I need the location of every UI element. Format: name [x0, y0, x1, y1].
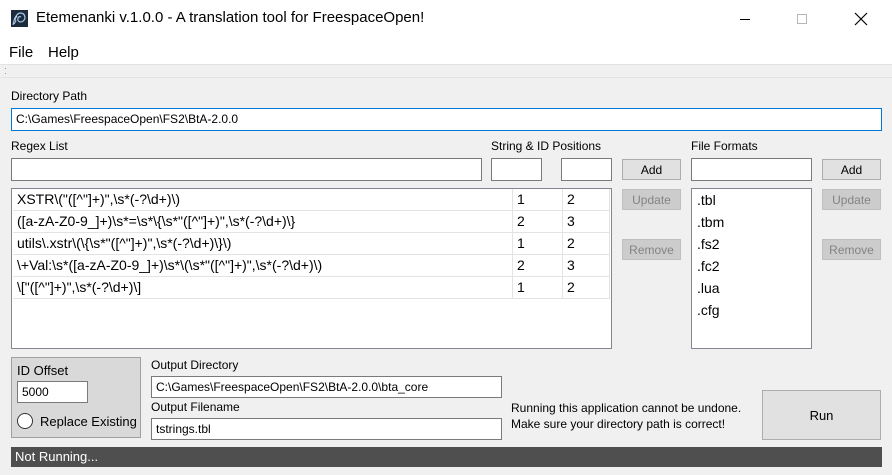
minimize-button[interactable]	[722, 0, 768, 38]
list-item[interactable]: .fs2	[697, 236, 720, 252]
regex-pattern-cell[interactable]: utils\.xstr\(\{\s*"([^"]+)",\s*(-?\d+)\}…	[13, 233, 513, 255]
format-remove-button[interactable]: Remove	[822, 239, 881, 260]
file-format-input[interactable]	[691, 158, 812, 181]
regex-add-button[interactable]: Add	[622, 159, 681, 180]
format-add-button[interactable]: Add	[822, 159, 881, 180]
list-item[interactable]: .cfg	[697, 302, 720, 318]
list-item[interactable]: .fc2	[697, 258, 720, 274]
toolstrip-grip: · ·	[0, 64, 892, 78]
directory-path-input[interactable]: C:\Games\FreespaceOpen\FS2\BtA-2.0.0	[11, 108, 882, 131]
regex-grid[interactable]: XSTR\("([^"]+)",\s*(-?\d+)\) 1 2 ([a-zA-…	[11, 188, 612, 349]
replace-existing-radio[interactable]	[17, 413, 33, 429]
id-position-input[interactable]	[561, 158, 612, 181]
warning-line-2: Make sure your directory path is correct…	[511, 417, 726, 431]
menu-bar	[0, 38, 892, 64]
menu-file[interactable]: File	[9, 44, 33, 61]
string-position-cell[interactable]: 1	[513, 189, 563, 211]
menu-help[interactable]: Help	[48, 44, 79, 61]
regex-list-label: Regex List	[11, 139, 68, 153]
regex-pattern-cell[interactable]: \["([^"]+)",\s*(-?\d+)\]	[13, 277, 513, 299]
replace-existing-label[interactable]: Replace Existing	[40, 414, 137, 429]
string-position-input[interactable]	[491, 158, 542, 181]
id-offset-label: ID Offset	[17, 363, 69, 378]
id-offset-input[interactable]: 5000	[17, 381, 88, 403]
regex-remove-button[interactable]: Remove	[622, 239, 681, 260]
run-button[interactable]: Run	[762, 390, 881, 440]
output-directory-input[interactable]: C:\Games\FreespaceOpen\FS2\BtA-2.0.0\bta…	[151, 376, 502, 398]
minimize-icon	[740, 19, 750, 20]
regex-update-button[interactable]: Update	[622, 189, 681, 210]
output-filename-input[interactable]: tstrings.tbl	[151, 418, 502, 440]
window-title: Etemenanki v.1.0.0 - A translation tool …	[36, 9, 425, 26]
maximize-icon	[797, 14, 807, 24]
close-button[interactable]	[838, 0, 884, 38]
regex-input[interactable]	[11, 158, 482, 181]
regex-pattern-cell[interactable]: ([a-zA-Z0-9_]+)\s*=\s*\{\s*"([^"]+)",\s*…	[13, 211, 513, 233]
id-position-cell[interactable]: 3	[563, 211, 610, 233]
maximize-button[interactable]	[779, 0, 825, 38]
string-position-cell[interactable]: 1	[513, 277, 563, 299]
string-position-cell[interactable]: 2	[513, 255, 563, 277]
positions-label: String & ID Positions	[491, 139, 602, 153]
string-position-cell[interactable]: 1	[513, 233, 563, 255]
file-formats-list[interactable]: .tbl .tbm .fs2 .fc2 .lua .cfg	[691, 188, 812, 349]
close-icon	[854, 12, 868, 26]
directory-path-label: Directory Path	[11, 89, 88, 103]
regex-pattern-cell[interactable]: \+Val:\s*([a-zA-Z0-9_]+)\s*\(\s*"([^"]+)…	[13, 255, 513, 277]
format-update-button[interactable]: Update	[822, 189, 881, 210]
id-position-cell[interactable]: 2	[563, 233, 610, 255]
list-item[interactable]: .tbm	[697, 214, 724, 230]
file-formats-label: File Formats	[691, 139, 758, 153]
list-item[interactable]: .tbl	[697, 192, 716, 208]
id-position-cell[interactable]: 2	[563, 277, 610, 299]
regex-pattern-cell[interactable]: XSTR\("([^"]+)",\s*(-?\d+)\)	[13, 189, 513, 211]
spiral-app-icon	[11, 10, 28, 27]
string-position-cell[interactable]: 2	[513, 211, 563, 233]
id-position-cell[interactable]: 2	[563, 189, 610, 211]
id-position-cell[interactable]: 3	[563, 255, 610, 277]
output-directory-label: Output Directory	[151, 358, 239, 372]
warning-line-1: Running this application cannot be undon…	[511, 401, 742, 415]
status-bar: Not Running...	[11, 447, 882, 467]
output-filename-label: Output Filename	[151, 400, 240, 414]
list-item[interactable]: .lua	[697, 280, 720, 296]
